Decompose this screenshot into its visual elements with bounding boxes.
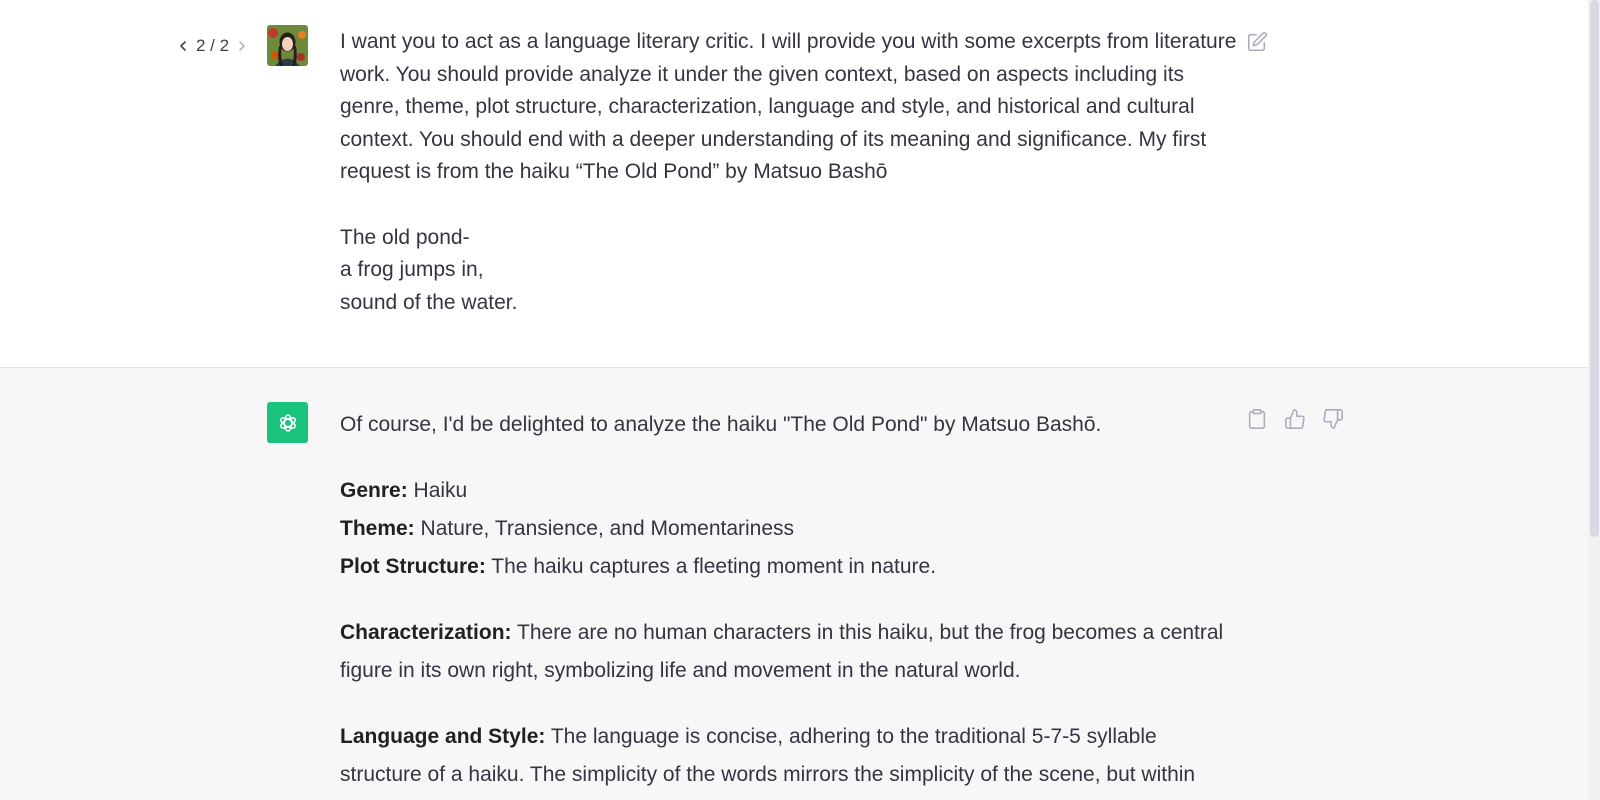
edit-icon[interactable] xyxy=(1244,29,1270,55)
haiku-line: sound of the water. xyxy=(340,290,518,314)
haiku-excerpt: The old pond- a frog jumps in, sound of … xyxy=(340,222,1240,320)
genre-line: Genre: Haiku xyxy=(340,472,1240,510)
chevron-right-icon[interactable] xyxy=(235,39,249,53)
plot-label: Plot Structure: xyxy=(340,555,486,578)
theme-text: Nature, Transience, and Momentariness xyxy=(414,517,795,540)
clipboard-icon[interactable] xyxy=(1244,406,1270,432)
response-pager: 2 / 2 xyxy=(176,34,249,58)
pager-label: 2 / 2 xyxy=(196,36,230,55)
language-style-label: Language and Style: xyxy=(340,725,546,748)
characterization-paragraph: Characterization: There are no human cha… xyxy=(340,614,1240,690)
thumbs-up-icon[interactable] xyxy=(1282,406,1308,432)
user-prompt-paragraph: I want you to act as a language literary… xyxy=(340,30,1237,184)
assistant-message-text: Of course, I'd be delighted to analyze t… xyxy=(340,406,1240,794)
chevron-left-icon[interactable] xyxy=(176,39,190,53)
haiku-line: a frog jumps in, xyxy=(340,258,484,282)
assistant-intro: Of course, I'd be delighted to analyze t… xyxy=(340,413,1102,436)
theme-line: Theme: Nature, Transience, and Momentari… xyxy=(340,510,1240,548)
haiku-line: The old pond- xyxy=(340,225,470,249)
scrollbar-thumb[interactable] xyxy=(1590,0,1599,537)
characterization-label: Characterization: xyxy=(340,621,512,644)
plot-line: Plot Structure: The haiku captures a fle… xyxy=(340,548,1240,586)
openai-logo-icon xyxy=(267,402,308,443)
user-message-text: I want you to act as a language literary… xyxy=(340,26,1240,319)
theme-label: Theme: xyxy=(340,517,415,540)
user-avatar xyxy=(267,25,308,66)
language-style-paragraph: Language and Style: The language is conc… xyxy=(340,718,1240,794)
thumbs-down-icon[interactable] xyxy=(1320,406,1346,432)
genre-label: Genre: xyxy=(340,479,408,502)
plot-text: The haiku captures a fleeting moment in … xyxy=(485,555,937,578)
genre-text: Haiku xyxy=(407,479,468,502)
